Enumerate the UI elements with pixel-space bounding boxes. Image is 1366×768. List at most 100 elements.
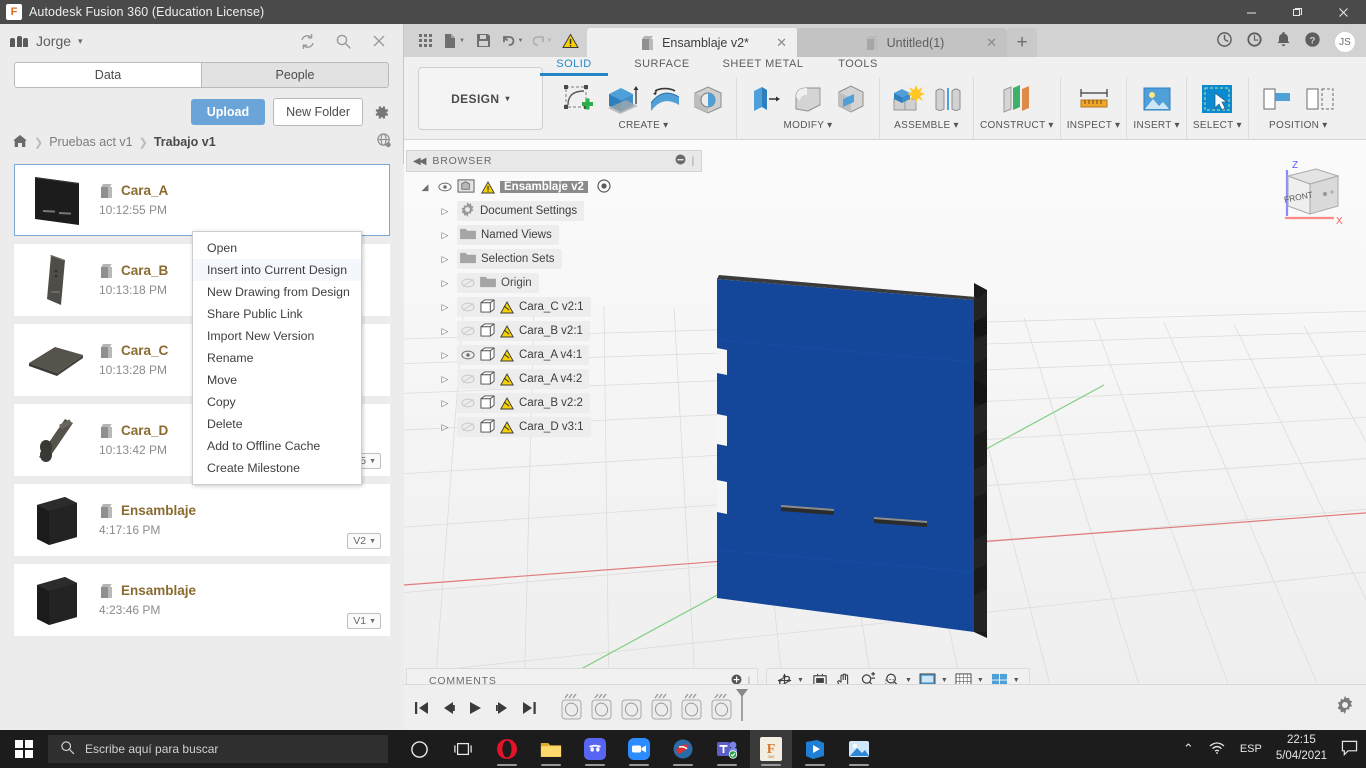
sphere-icon[interactable] — [688, 79, 728, 119]
list-item[interactable]: Ensamblaje 4:17:16 PM V2 ▼ — [14, 484, 390, 556]
version-badge[interactable]: V1 ▼ — [347, 613, 381, 629]
timeline-feature[interactable] — [710, 692, 734, 722]
ribbon-group-label[interactable]: CREATE ▾ — [618, 120, 668, 131]
ribbon-group-label[interactable]: SELECT ▾ — [1193, 120, 1242, 131]
visibility-eye-icon[interactable] — [460, 350, 475, 360]
app-grid-icon[interactable] — [412, 28, 438, 54]
offset-plane-icon[interactable] — [997, 79, 1037, 119]
create-sketch-icon[interactable] — [559, 79, 599, 119]
context-menu-item-copy[interactable]: Copy — [193, 391, 361, 413]
notifications-bell-icon[interactable] — [1276, 31, 1291, 53]
timeline-marker[interactable] — [734, 688, 750, 727]
photos-icon[interactable] — [838, 730, 880, 768]
expand-arrow-icon[interactable]: ▷ — [438, 374, 452, 385]
maximize-button[interactable] — [1274, 0, 1320, 24]
context-menu-item-move[interactable]: Move — [193, 369, 361, 391]
search-icon[interactable] — [333, 31, 353, 51]
minimize-panel-icon[interactable] — [675, 154, 686, 168]
chevron-down-icon[interactable]: ▼ — [1013, 677, 1020, 684]
tree-node-named-views[interactable]: ▷ Named Views — [406, 223, 702, 247]
fillet-icon[interactable] — [788, 79, 828, 119]
measure-icon[interactable] — [1074, 79, 1114, 119]
shell-icon[interactable] — [831, 79, 871, 119]
job-status-icon[interactable] — [1216, 31, 1233, 53]
tree-node-origin[interactable]: ▷ Origin — [406, 271, 702, 295]
tree-node-cara-a-v4-2[interactable]: ▷ Cara_A v4:2 — [406, 367, 702, 391]
close-tab-icon[interactable]: ✕ — [776, 35, 787, 51]
step-back-button[interactable] — [439, 698, 457, 718]
gear-icon[interactable] — [371, 102, 391, 122]
move-copy-icon[interactable] — [1300, 79, 1340, 119]
expand-arrow-icon[interactable]: ▷ — [438, 206, 452, 217]
panel-resize-handle[interactable]: | — [692, 156, 695, 167]
go-to-end-button[interactable] — [520, 698, 538, 718]
visibility-eye-off-icon[interactable] — [460, 374, 475, 384]
file-explorer-icon[interactable] — [530, 730, 572, 768]
timeline-feature[interactable] — [590, 692, 614, 722]
undo-icon[interactable]: ▼ — [499, 28, 525, 54]
go-to-beginning-button[interactable] — [412, 698, 430, 718]
movies-tv-icon[interactable] — [794, 730, 836, 768]
discord-icon[interactable] — [574, 730, 616, 768]
globe-icon[interactable] — [376, 132, 393, 152]
visibility-eye-icon[interactable] — [437, 182, 452, 192]
minimize-button[interactable] — [1228, 0, 1274, 24]
visibility-eye-off-icon[interactable] — [460, 326, 475, 336]
timeline-feature[interactable] — [650, 692, 674, 722]
new-component-icon[interactable] — [888, 79, 928, 119]
activate-component-icon[interactable] — [597, 178, 611, 196]
extrude-icon[interactable] — [602, 79, 642, 119]
context-menu-item-delete[interactable]: Delete — [193, 413, 361, 435]
workspace-selector[interactable]: DESIGN ▾ — [418, 67, 543, 130]
expand-arrow-icon[interactable]: ▷ — [438, 326, 452, 337]
save-icon[interactable] — [470, 28, 496, 54]
context-menu-item-share-public-link[interactable]: Share Public Link — [193, 303, 361, 325]
ribbon-group-label[interactable]: INSERT ▾ — [1133, 120, 1180, 131]
context-menu-item-insert-into-current-design[interactable]: Insert into Current Design — [193, 259, 361, 281]
chevron-down-icon[interactable]: ▼ — [905, 677, 912, 684]
context-menu-item-open[interactable]: Open — [193, 237, 361, 259]
close-button[interactable] — [1320, 0, 1366, 24]
windows-start-icon[interactable] — [0, 730, 48, 768]
show-hidden-icons-chevron[interactable]: ⌃ — [1183, 741, 1194, 757]
action-center-icon[interactable] — [1341, 740, 1358, 759]
game-icon[interactable] — [662, 730, 704, 768]
tab-solid[interactable]: SOLID — [532, 58, 616, 70]
new-tab-button[interactable]: + — [1007, 28, 1037, 57]
wifi-icon[interactable] — [1208, 740, 1226, 758]
tree-node-document-settings[interactable]: ▷ Document Settings — [406, 199, 702, 223]
tab-sheet-metal[interactable]: SHEET METAL — [708, 58, 818, 70]
new-folder-button[interactable]: New Folder — [273, 98, 363, 126]
language-indicator[interactable]: ESP — [1240, 743, 1262, 755]
redo-icon[interactable]: ▼ — [528, 28, 554, 54]
clock[interactable]: 22:15 5/04/2021 — [1276, 733, 1327, 764]
expand-arrow-icon[interactable]: ▷ — [438, 422, 452, 433]
tree-node-ensamblaje[interactable]: ◢ Ensamblaje v2 — [406, 175, 702, 199]
align-icon[interactable] — [1257, 79, 1297, 119]
chevron-down-icon[interactable]: ▼ — [977, 677, 984, 684]
tree-node-cara-d-v3-1[interactable]: ▷ Cara_D v3:1 — [406, 415, 702, 439]
close-tab-icon[interactable]: ✕ — [986, 35, 997, 51]
context-menu[interactable]: Open Insert into Current Design New Draw… — [192, 231, 362, 485]
play-button[interactable] — [466, 698, 484, 718]
upload-button[interactable]: Upload — [190, 99, 266, 125]
insert-image-icon[interactable] — [1137, 79, 1177, 119]
fusion360-icon[interactable]: F 360 — [750, 730, 792, 768]
expand-arrow-icon[interactable]: ▷ — [438, 230, 452, 241]
ribbon-group-label[interactable]: INSPECT ▾ — [1067, 120, 1121, 131]
timeline-feature[interactable] — [680, 692, 704, 722]
warning-icon[interactable] — [557, 28, 583, 54]
expand-arrow-icon[interactable]: ▷ — [438, 254, 452, 265]
tree-node-cara-b-v2-1[interactable]: ▷ Cara_B v2:1 — [406, 319, 702, 343]
task-view-icon[interactable] — [442, 730, 484, 768]
close-panel-icon[interactable] — [369, 31, 389, 51]
collapse-left-icon[interactable]: ◀◀ — [413, 156, 426, 167]
opera-icon[interactable] — [486, 730, 528, 768]
new-file-icon[interactable]: ▼ — [441, 28, 467, 54]
visibility-eye-off-icon[interactable] — [460, 398, 475, 408]
expand-arrow-icon[interactable]: ▷ — [438, 278, 452, 289]
microsoft-teams-icon[interactable] — [706, 730, 748, 768]
document-tab-ensamblaje[interactable]: Ensamblaje v2* ✕ — [587, 28, 797, 57]
expand-arrow-icon[interactable]: ▷ — [438, 398, 452, 409]
recent-icon[interactable] — [1246, 31, 1263, 53]
